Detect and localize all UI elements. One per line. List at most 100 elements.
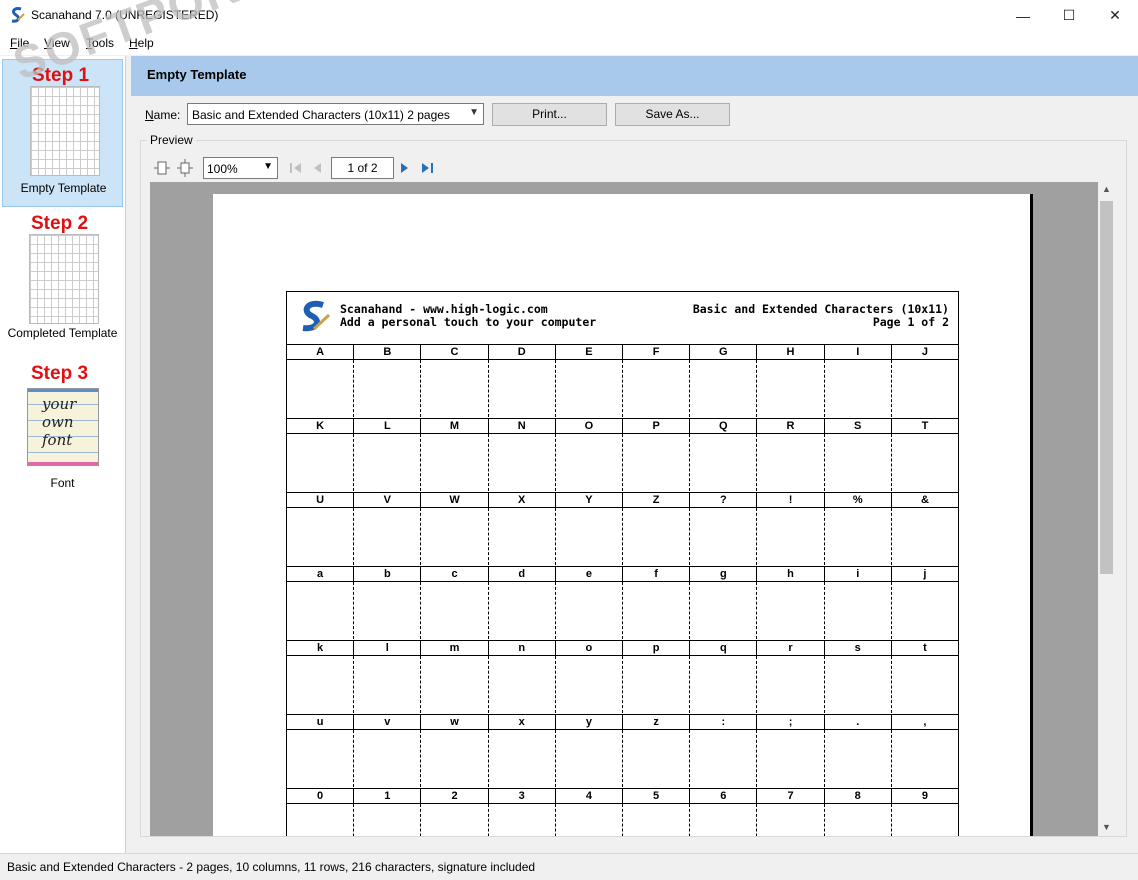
character-label: S (825, 419, 892, 433)
character-label: 0 (287, 789, 355, 803)
character-row: abcdefghi j (287, 566, 958, 582)
thumb-top-stripe (28, 389, 98, 392)
character-label: a (287, 567, 355, 581)
character-label: Q (690, 419, 758, 433)
character-label: H (757, 345, 825, 359)
writing-box (757, 804, 825, 836)
character-label: E (556, 345, 624, 359)
minimize-icon: — (1016, 7, 1030, 24)
writing-box (757, 582, 825, 639)
writing-box (287, 360, 355, 417)
preview-group-label: Preview (147, 133, 196, 147)
writing-box (354, 656, 422, 713)
character-label: c (421, 567, 489, 581)
step-2-caption: Completed Template (7, 326, 118, 340)
writing-box (623, 656, 691, 713)
character-label: l (354, 641, 422, 655)
writing-box-row (287, 508, 958, 565)
step-completed-template[interactable]: Step 2 Completed Template (2, 208, 123, 356)
next-page-icon[interactable] (396, 159, 414, 177)
writing-box (825, 804, 892, 836)
zoom-dropdown[interactable]: 100% ▼ (203, 157, 278, 179)
step-font[interactable]: Step 3 your own font Font (2, 358, 123, 506)
writing-box (489, 508, 556, 565)
writing-box (825, 582, 892, 639)
writing-box (556, 360, 624, 417)
writing-box (623, 730, 691, 787)
character-label: ! (757, 493, 825, 507)
previous-page-icon[interactable] (309, 159, 327, 177)
character-label: s (825, 641, 892, 655)
writing-box (690, 656, 758, 713)
maximize-icon: ☐ (1062, 7, 1076, 23)
writing-box (556, 730, 624, 787)
character-label: V (354, 493, 422, 507)
writing-box (757, 656, 825, 713)
first-page-icon[interactable] (287, 159, 305, 177)
close-button[interactable]: ✕ (1092, 0, 1138, 31)
writing-box (489, 656, 556, 713)
template-name-dropdown[interactable]: Basic and Extended Characters (10x11) 2 … (187, 103, 484, 125)
character-label: 7 (757, 789, 825, 803)
character-label: T (921, 420, 929, 432)
print-preview-area[interactable]: Scanahand - www.high-logic.com Add a per… (150, 182, 1098, 836)
writing-box (556, 434, 624, 491)
step-1-caption: Empty Template (20, 181, 107, 195)
scroll-down-icon[interactable]: ▼ (1102, 822, 1111, 832)
step-3-label: Step 3 (31, 363, 89, 384)
character-label: R (757, 419, 825, 433)
character-label: J (921, 346, 928, 358)
character-label: 8 (825, 789, 892, 803)
writing-box (421, 582, 489, 639)
last-page-icon[interactable] (419, 159, 437, 177)
writing-box (825, 656, 892, 713)
page-number-field[interactable]: 1 of 2 (331, 157, 394, 179)
writing-box (556, 508, 624, 565)
character-label: N (489, 419, 556, 433)
chevron-down-icon: ▼ (263, 161, 273, 172)
status-bar: Basic and Extended Characters - 2 pages,… (0, 853, 1138, 880)
character-label: x (489, 715, 556, 729)
writing-box (556, 804, 624, 836)
template-name-value: Basic and Extended Characters (10x11) 2 … (192, 108, 450, 122)
writing-box (354, 804, 422, 836)
writing-box (892, 730, 958, 787)
character-label: d (489, 567, 556, 581)
character-label: t (923, 642, 927, 654)
writing-box-row (287, 804, 958, 836)
minimize-button[interactable]: — (1000, 0, 1046, 31)
scrollbar-thumb[interactable] (1100, 201, 1113, 574)
writing-box (287, 656, 355, 713)
status-text: Basic and Extended Characters - 2 pages,… (7, 860, 536, 874)
maximize-button[interactable]: ☐ (1046, 0, 1092, 31)
save-as-button[interactable]: Save As... (615, 103, 730, 126)
writing-box (623, 434, 691, 491)
writing-box (489, 730, 556, 787)
character-label: g (690, 567, 758, 581)
writing-box (421, 730, 489, 787)
completed-template-thumbnail (29, 234, 99, 324)
sheet-left-title: Scanahand - www.high-logic.com (340, 302, 548, 316)
fit-width-icon[interactable] (153, 159, 171, 177)
character-label: G (690, 345, 758, 359)
print-button[interactable]: Print... (492, 103, 607, 126)
scanahand-logo-icon (302, 300, 331, 332)
character-label: 1 (354, 789, 422, 803)
character-label: b (354, 567, 422, 581)
fit-page-icon[interactable] (176, 159, 194, 177)
writing-box (354, 508, 422, 565)
writing-box (556, 656, 624, 713)
character-label: j (923, 568, 927, 580)
scroll-up-icon[interactable]: ▲ (1102, 184, 1111, 194)
writing-box (892, 508, 958, 565)
character-row: KLMNOPQRS T (287, 418, 958, 434)
character-label: Y (556, 493, 624, 507)
writing-box (421, 804, 489, 836)
character-label: 4 (556, 789, 624, 803)
character-label: w (421, 715, 489, 729)
vertical-scrollbar[interactable]: ▲ ▼ (1098, 182, 1115, 836)
character-label: y (556, 715, 624, 729)
writing-box (757, 730, 825, 787)
writing-box (892, 360, 958, 417)
character-label: C (421, 345, 489, 359)
